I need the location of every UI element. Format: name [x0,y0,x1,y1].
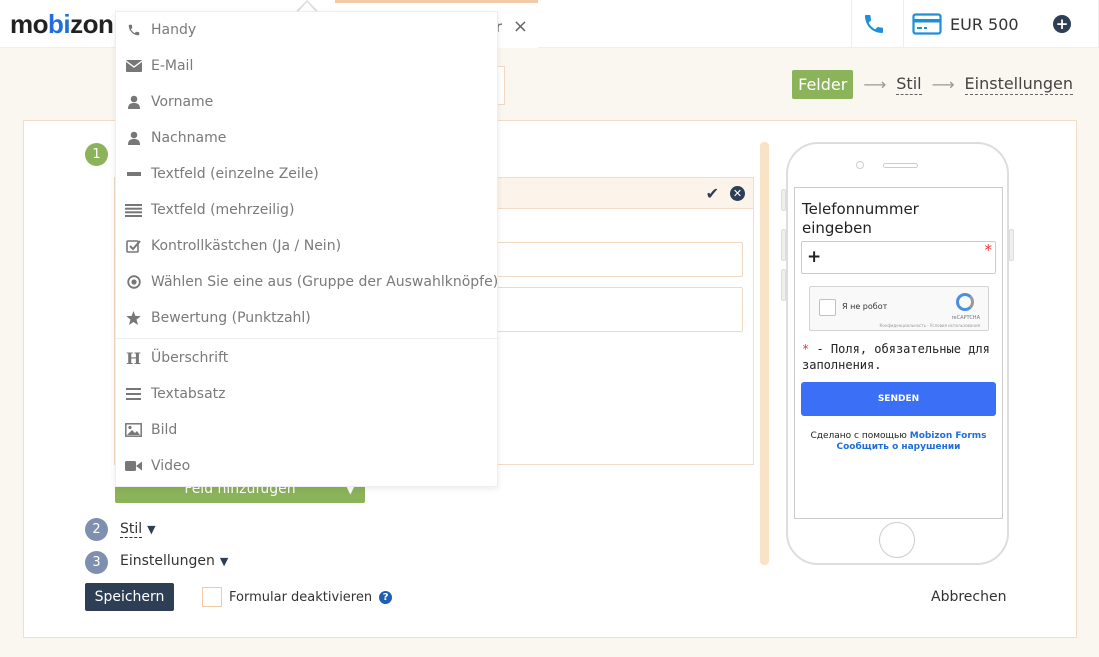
cancel-link[interactable]: Abbrechen [931,589,1006,605]
deactivate-form-option[interactable]: Formular deaktivieren ? [202,587,393,607]
wizard-steps: Felder ⟶ Stil ⟶ Einstellungen [792,70,1073,99]
phone-side-button [781,229,786,261]
divider [903,0,904,48]
tab-close-icon[interactable]: × [513,16,528,37]
deactivate-checkbox[interactable] [202,587,222,607]
phone-side-button [781,189,786,211]
mobizon-forms-link[interactable]: Mobizon Forms [910,431,987,441]
dropdown-item-textfield-single[interactable]: Textfeld (einzelne Zeile) [116,156,499,192]
phone-side-button [1009,229,1014,261]
required-mark: * [984,241,993,259]
phone-side-button [781,269,786,301]
preview-title: Telefonnummer eingeben [802,200,919,237]
confirm-check-icon[interactable]: ✔ [706,184,719,203]
chevron-down-icon: ▼ [219,554,229,568]
chevron-down-icon: ▼ [147,523,156,536]
balance-amount: EUR 500 [950,14,1019,34]
step-fields[interactable]: Felder [792,70,854,99]
step-settings[interactable]: Einstellungen [964,74,1073,95]
phone-home-button [879,522,915,558]
checkbox-icon [116,239,151,253]
send-button[interactable]: SENDEN [801,382,996,416]
dropdown-item-lastname[interactable]: Nachname [116,120,499,156]
mobizon-logo[interactable]: mobizon [10,9,114,40]
preview-screen: Telefonnummer eingeben + * Я не робот re… [794,187,1003,519]
field-type-dropdown: Handy E-Mail Vorname Nachname Textfeld (… [115,11,499,487]
image-icon [116,423,151,437]
arrow-right-icon: ⟶ [863,75,887,94]
recaptcha-checkbox[interactable] [819,299,836,316]
section-style-toggle[interactable]: Stil ▼ [120,521,156,538]
scrollbar[interactable] [760,142,769,565]
help-icon[interactable]: ? [379,590,393,604]
paragraph-icon [116,388,151,400]
recaptcha-logo-icon [956,293,974,311]
dropdown-item-heading[interactable]: H Überschrift [116,340,499,376]
dropdown-item-email[interactable]: E-Mail [116,48,499,84]
dropdown-item-image[interactable]: Bild [116,412,499,448]
user-icon [116,95,151,109]
dropdown-item-checkbox[interactable]: Kontrollkästchen (Ja / Nein) [116,228,499,264]
save-button[interactable]: Speichern [85,583,174,611]
phone-icon [116,23,151,37]
step-style[interactable]: Stil [896,74,922,95]
user-icon [116,131,151,145]
phone-preview: Telefonnummer eingeben + * Я не робот re… [781,142,1014,565]
powered-by: Сделано с помощью Mobizon Forms Сообщить… [810,431,987,452]
section-number-badge: 1 [85,143,108,166]
dropdown-item-textfield-multi[interactable]: Textfeld (mehrzeilig) [116,192,499,228]
section-settings-toggle[interactable]: Einstellungen ▼ [120,553,228,569]
deactivate-label: Formular deaktivieren [229,589,373,605]
add-funds-icon[interactable]: + [1053,15,1071,33]
arrow-right-icon: ⟶ [931,75,955,94]
dropdown-item-phone[interactable]: Handy [116,12,499,48]
star-icon [116,311,151,325]
dropdown-item-rating[interactable]: Bewertung (Punktzahl) [116,300,499,336]
dropdown-item-paragraph[interactable]: Textabsatz [116,376,499,412]
video-icon [116,460,151,472]
minus-icon [116,172,151,176]
credit-card-icon [912,13,942,35]
radio-icon [116,275,151,289]
envelope-icon [116,60,151,72]
remove-field-icon[interactable]: ✕ [730,186,745,201]
heading-icon: H [125,348,142,368]
phone-camera [856,161,864,169]
divider [851,0,852,48]
dropdown-item-video[interactable]: Video [116,448,499,484]
lines-icon [116,203,151,217]
report-abuse-link[interactable]: Сообщить о нарушении [837,442,961,452]
required-note: * - Поля, обязательные для заполнения. [802,342,990,372]
dropdown-item-radio-group[interactable]: Wählen Sie eine aus (Gruppe der Auswahlk… [116,264,499,300]
phone-speaker [883,163,918,168]
dropdown-divider [116,338,499,339]
recaptcha-widget[interactable]: Я не робот reCAPTCHA Конфиденциальность … [809,286,989,331]
section-number-badge: 2 [85,518,108,541]
preview-phone-input[interactable]: + * [801,241,996,274]
phone-icon[interactable] [862,12,886,36]
dropdown-item-firstname[interactable]: Vorname [116,84,499,120]
section-number-badge: 3 [85,551,108,574]
balance-display[interactable]: EUR 500 [912,12,1019,36]
